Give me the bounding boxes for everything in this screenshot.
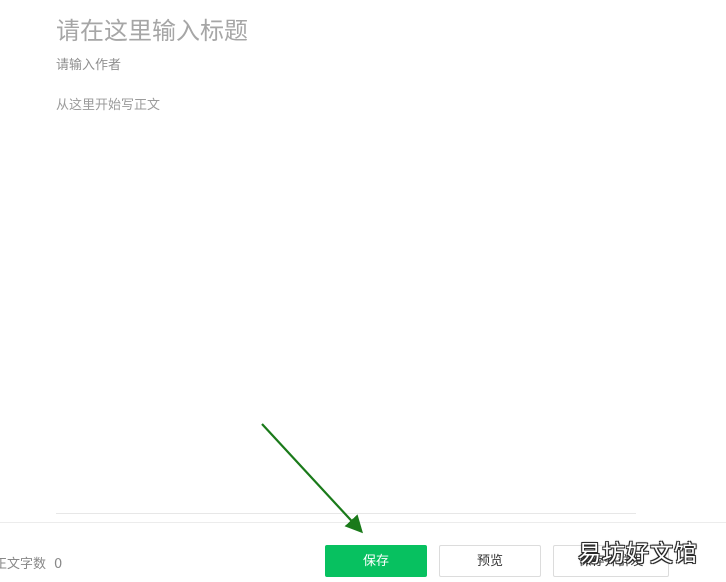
editor-divider — [56, 513, 636, 514]
title-input[interactable]: 请在这里输入标题 — [56, 14, 636, 48]
word-count: 正文字数 0 — [0, 553, 62, 572]
watermark-text: 易坊好文馆 — [578, 541, 698, 567]
save-button[interactable]: 保存 — [325, 545, 427, 577]
word-count-label: 正文字数 — [0, 557, 47, 572]
body-editor[interactable]: 从这里开始写正文 — [56, 96, 634, 506]
word-count-value: 0 — [54, 557, 63, 572]
article-editor: 请在这里输入标题 请输入作者 从这里开始写正文 — [0, 0, 726, 520]
preview-button[interactable]: 预览 — [439, 545, 541, 577]
author-input[interactable]: 请输入作者 — [56, 56, 636, 76]
